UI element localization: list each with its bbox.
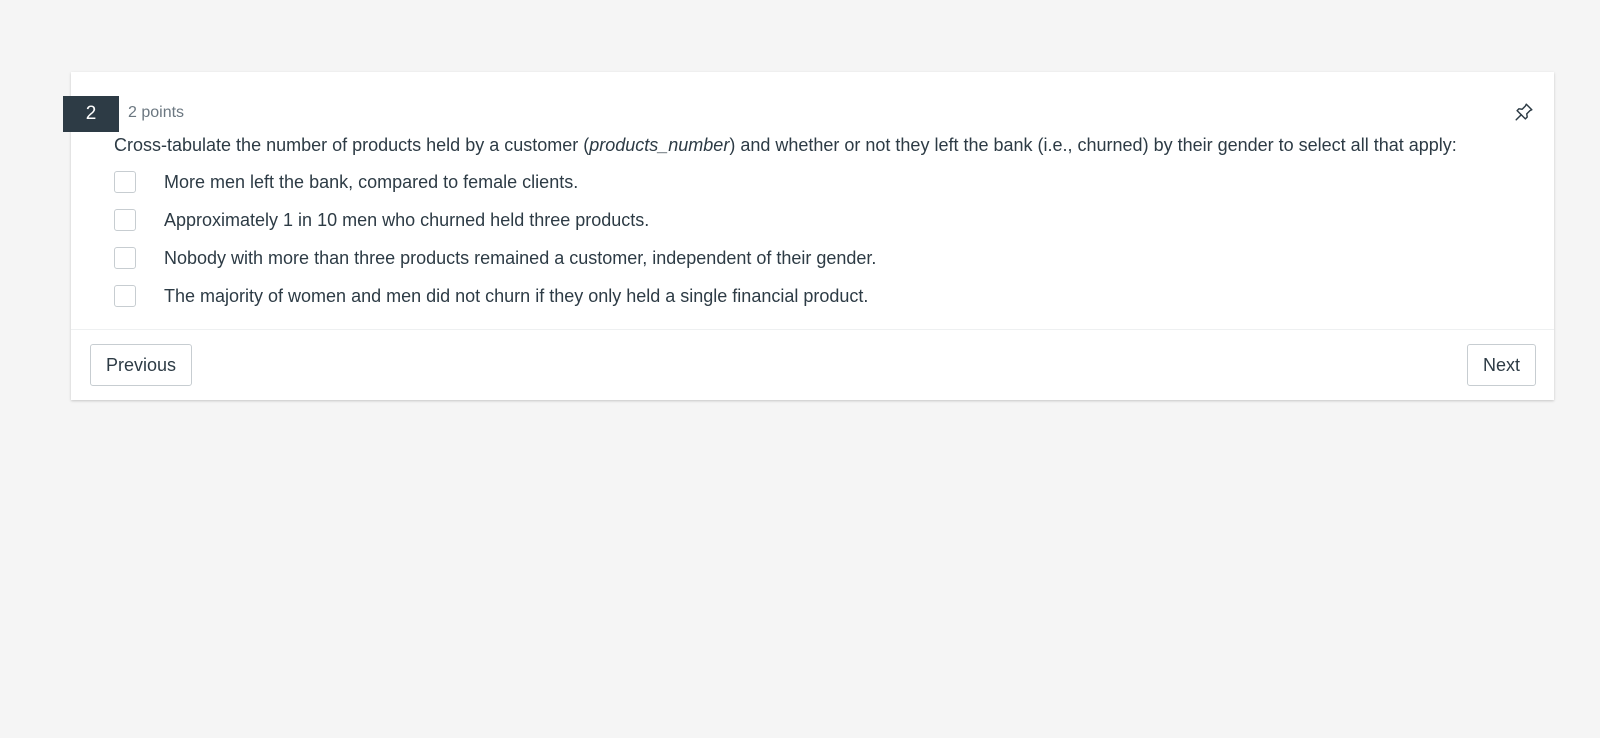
answer-checkbox[interactable] [114, 171, 136, 193]
answer-option[interactable]: The majority of women and men did not ch… [114, 277, 876, 315]
answer-option[interactable]: Nobody with more than three products rem… [114, 239, 876, 277]
question-points: 2 points [128, 104, 185, 121]
question-number-badge: 2 [63, 96, 119, 132]
answer-checkbox[interactable] [114, 209, 136, 231]
answer-checkbox[interactable] [114, 285, 136, 307]
answer-label: Approximately 1 in 10 men who churned he… [164, 209, 650, 230]
answer-label: Nobody with more than three products rem… [164, 247, 877, 268]
answer-options: More men left the bank, compared to fema… [114, 163, 876, 315]
question-text-before: Cross-tabulate the number of products he… [114, 135, 590, 155]
answer-option[interactable]: Approximately 1 in 10 men who churned he… [114, 201, 876, 239]
previous-button[interactable]: Previous [90, 344, 192, 386]
answer-label: The majority of women and men did not ch… [164, 285, 869, 306]
question-text-variable: products_number [589, 135, 730, 155]
footer-divider [71, 329, 1554, 330]
question-text: Cross-tabulate the number of products he… [114, 133, 1457, 157]
pin-icon[interactable] [1513, 101, 1535, 123]
next-button[interactable]: Next [1467, 344, 1536, 386]
question-text-after: ) and whether or not they left the bank … [729, 135, 1457, 155]
answer-label: More men left the bank, compared to fema… [164, 171, 579, 192]
answer-option[interactable]: More men left the bank, compared to fema… [114, 163, 876, 201]
answer-checkbox[interactable] [114, 247, 136, 269]
